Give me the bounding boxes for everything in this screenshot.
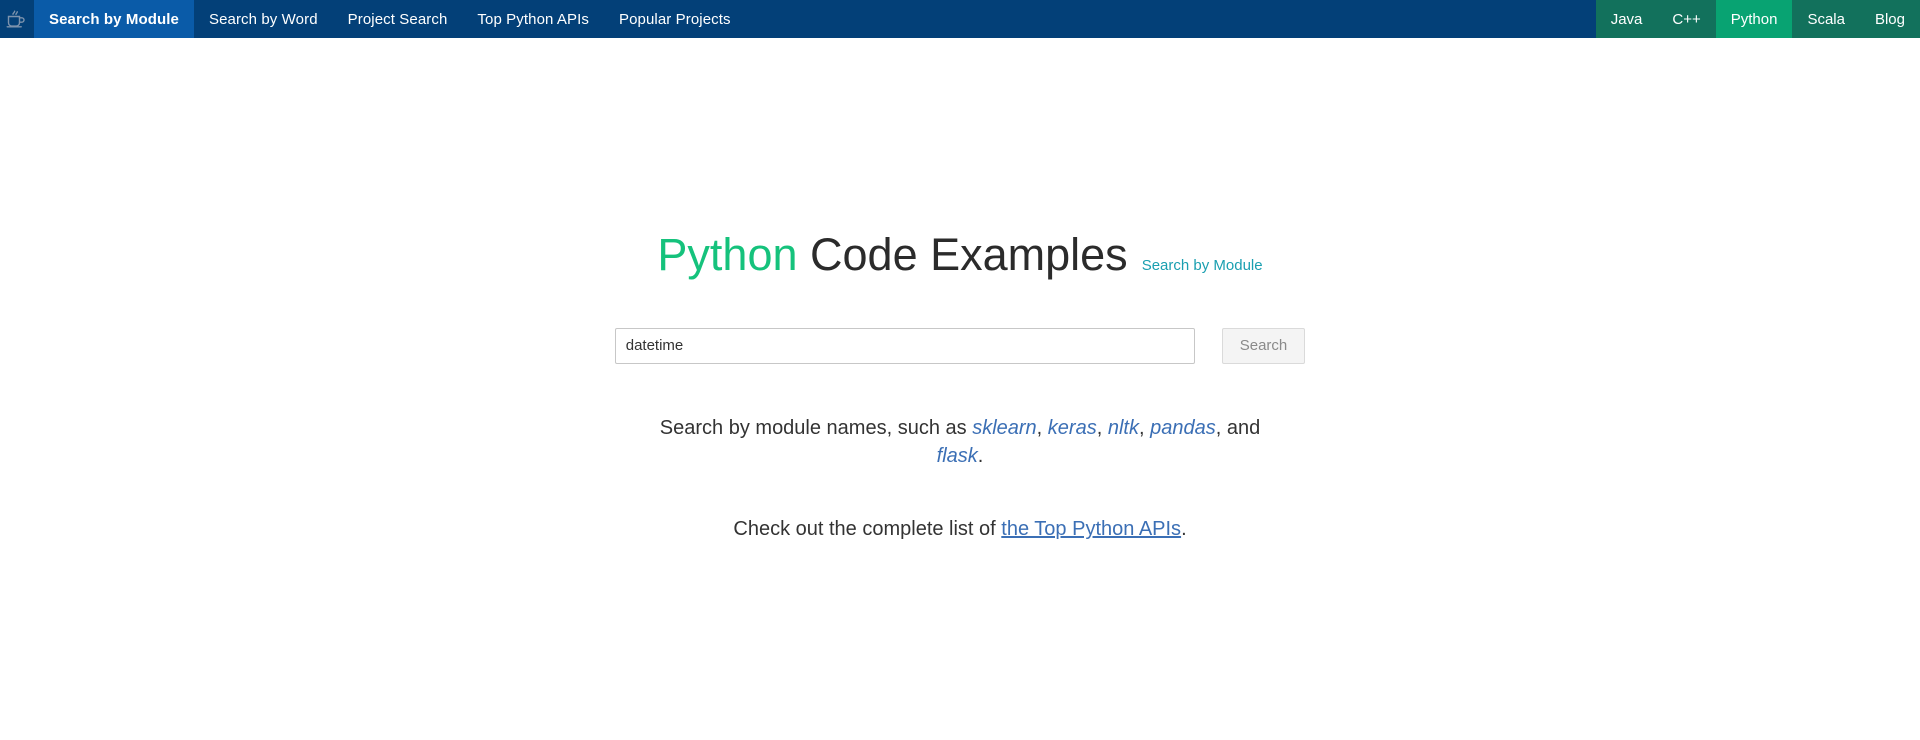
main-content: Python Code Examples Search by Module Se…	[0, 38, 1920, 541]
hero-subtitle-link[interactable]: Search by Module	[1142, 257, 1263, 274]
hint-sep-4: , and	[1216, 417, 1260, 439]
search-button[interactable]: Search	[1222, 328, 1306, 364]
site-logo[interactable]	[0, 0, 34, 38]
nav-item-search-by-module[interactable]: Search by Module	[34, 0, 194, 38]
page-title-rest: Code Examples	[798, 229, 1128, 280]
nav-item-search-by-word[interactable]: Search by Word	[194, 0, 333, 38]
module-link-nltk[interactable]: nltk	[1108, 417, 1139, 439]
top-navigation-bar: Search by Module Search by Word Project …	[0, 0, 1920, 38]
nav-left-group: Search by Module Search by Word Project …	[34, 0, 746, 38]
module-link-pandas[interactable]: pandas	[1150, 417, 1216, 439]
nav-item-project-search[interactable]: Project Search	[333, 0, 463, 38]
page-title-accent: Python	[657, 229, 797, 280]
checkout-suffix: .	[1181, 518, 1187, 540]
search-hint-text: Search by module names, such as sklearn,…	[640, 414, 1280, 471]
checkout-line: Check out the complete list of the Top P…	[733, 518, 1186, 541]
nav-spacer	[746, 0, 1596, 38]
nav-item-top-python-apis[interactable]: Top Python APIs	[462, 0, 604, 38]
search-row: Search	[615, 328, 1306, 364]
module-link-keras[interactable]: keras	[1048, 417, 1097, 439]
nav-item-python[interactable]: Python	[1716, 0, 1793, 38]
coffee-cup-icon	[5, 7, 29, 31]
nav-item-blog[interactable]: Blog	[1860, 0, 1920, 38]
nav-right-group: Java C++ Python Scala Blog	[1596, 0, 1920, 38]
checkout-prefix: Check out the complete list of	[733, 518, 1001, 540]
nav-item-cpp[interactable]: C++	[1657, 0, 1715, 38]
hint-sep-2: ,	[1097, 417, 1108, 439]
hint-suffix: .	[978, 445, 984, 467]
module-link-sklearn[interactable]: sklearn	[972, 417, 1036, 439]
hint-prefix: Search by module names, such as	[660, 417, 972, 439]
hint-sep-1: ,	[1037, 417, 1048, 439]
hint-sep-3: ,	[1139, 417, 1150, 439]
nav-item-popular-projects[interactable]: Popular Projects	[604, 0, 746, 38]
hero-title-row: Python Code Examples Search by Module	[657, 230, 1262, 280]
nav-item-java[interactable]: Java	[1596, 0, 1658, 38]
top-python-apis-link[interactable]: the Top Python APIs	[1001, 518, 1181, 540]
nav-item-scala[interactable]: Scala	[1792, 0, 1860, 38]
search-input[interactable]	[615, 328, 1195, 364]
module-link-flask[interactable]: flask	[937, 445, 978, 467]
page-title: Python Code Examples	[657, 230, 1127, 280]
